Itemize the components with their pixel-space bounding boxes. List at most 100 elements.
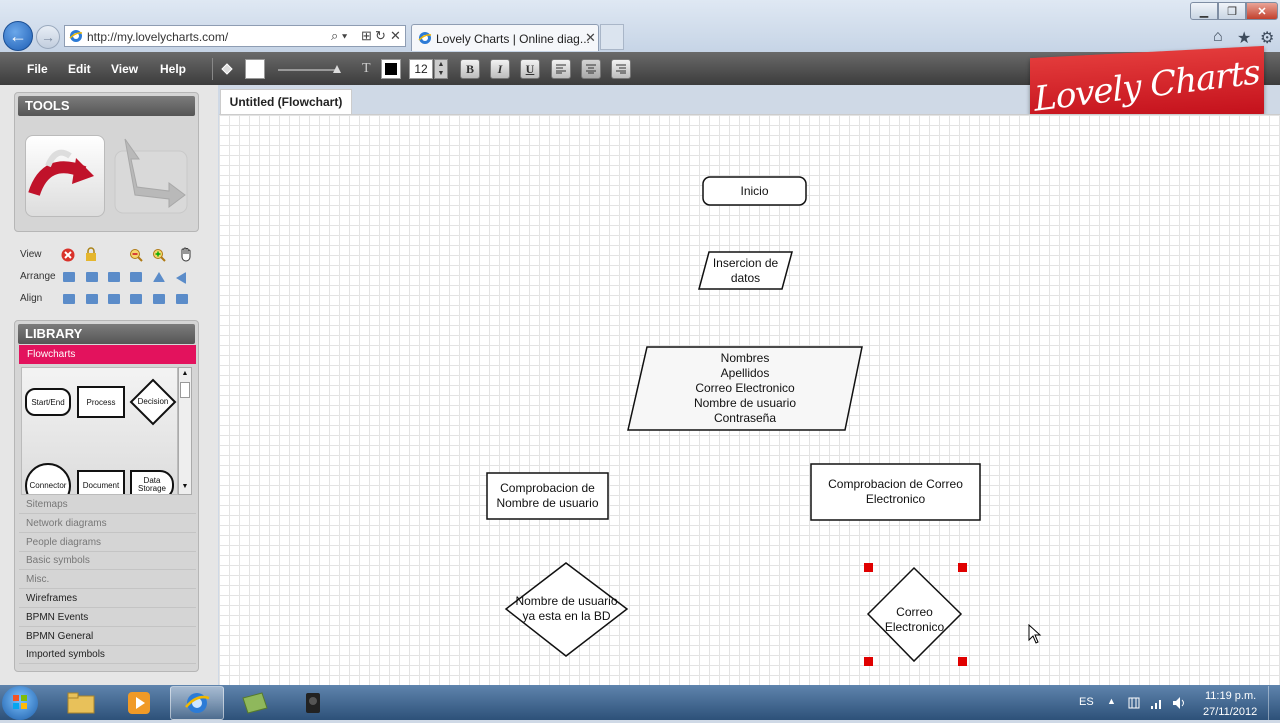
taskbar-app-green[interactable] xyxy=(228,686,282,720)
resize-handle-ne[interactable] xyxy=(958,563,967,572)
bring-to-front-icon[interactable] xyxy=(108,272,120,282)
text-tool-icon[interactable]: T xyxy=(362,61,371,77)
volume-icon[interactable] xyxy=(1172,696,1186,710)
lock-icon[interactable] xyxy=(84,247,98,262)
tab-close-icon[interactable]: ✕ xyxy=(585,30,596,46)
menu-view[interactable]: View xyxy=(111,62,138,76)
shape-connector[interactable]: Connector xyxy=(24,462,72,494)
scroll-thumb[interactable] xyxy=(180,382,190,398)
start-button[interactable] xyxy=(2,686,38,720)
scroll-down-icon[interactable]: ▼ xyxy=(180,482,190,492)
clock-time[interactable]: 11:19 p.m. xyxy=(1205,690,1256,702)
document-tab[interactable]: Untitled (Flowchart) xyxy=(220,89,352,115)
italic-button[interactable]: I xyxy=(490,59,510,79)
node-comp-correo[interactable]: Comprobacion de Correo Electronico xyxy=(811,464,980,520)
node-comp-usuario[interactable]: Comprobacion de Nombre de usuario xyxy=(487,473,608,519)
flip-vertical-icon[interactable] xyxy=(153,272,165,282)
taskbar-explorer[interactable] xyxy=(54,686,108,720)
resize-handle-nw[interactable] xyxy=(864,563,873,572)
bring-forward-icon[interactable] xyxy=(63,272,75,282)
library-category-item[interactable]: People diagrams xyxy=(19,534,196,552)
compat-view-icon[interactable]: ⊞ xyxy=(361,28,372,44)
palette-scrollbar[interactable]: ▲ ▼ xyxy=(178,367,192,495)
refresh-icon[interactable]: ↻ xyxy=(375,28,386,44)
zoom-out-icon[interactable] xyxy=(129,248,143,262)
shape-document[interactable]: Document xyxy=(77,470,125,494)
send-to-back-icon[interactable] xyxy=(130,272,142,282)
menu-edit[interactable]: Edit xyxy=(68,62,91,76)
library-category-item[interactable]: BPMN General xyxy=(19,628,196,646)
url-text[interactable]: http://my.lovelycharts.com/ xyxy=(87,30,228,44)
library-category-item[interactable]: Network diagrams xyxy=(19,515,196,533)
align-right-edges-icon[interactable] xyxy=(108,294,120,304)
language-indicator[interactable]: ES xyxy=(1079,696,1094,708)
pan-hand-icon[interactable] xyxy=(178,246,194,262)
library-category-item[interactable]: Basic symbols xyxy=(19,552,196,571)
stop-icon[interactable]: ✕ xyxy=(390,28,401,44)
browser-tab[interactable]: Lovely Charts | Online diag... ✕ xyxy=(411,24,599,51)
fill-bucket-icon[interactable] xyxy=(220,62,234,76)
align-left-edges-icon[interactable] xyxy=(63,294,75,304)
node-dec-usuario[interactable]: Nombre de usuario ya esta en la BD xyxy=(506,590,627,628)
network-icon[interactable] xyxy=(1150,696,1164,710)
node-dec-correo[interactable]: Correo Electronico xyxy=(868,603,961,637)
favorites-icon[interactable]: ★ xyxy=(1237,28,1251,48)
show-desktop-button[interactable] xyxy=(1268,686,1280,720)
library-category-item[interactable]: Misc. xyxy=(19,571,196,590)
library-category-item[interactable]: Sitemaps xyxy=(19,496,196,514)
taskbar-internet-explorer[interactable] xyxy=(170,686,224,720)
library-category-item[interactable]: Imported symbols xyxy=(19,646,196,665)
align-center-button[interactable] xyxy=(581,59,601,79)
menu-file[interactable]: File xyxy=(27,62,48,76)
shape-data-storage[interactable]: Data Storage xyxy=(130,470,174,494)
address-bar[interactable]: http://my.lovelycharts.com/ ⌕ ▾ ⊞ ↻ ✕ xyxy=(64,25,406,47)
send-backward-icon[interactable] xyxy=(86,272,98,282)
font-size-input[interactable]: 12 xyxy=(409,59,433,79)
menu-help[interactable]: Help xyxy=(160,62,186,76)
slider-handle-icon[interactable] xyxy=(332,64,342,74)
forward-button[interactable]: → xyxy=(36,25,60,49)
align-bottom-edges-icon[interactable] xyxy=(176,294,188,304)
stroke-width-slider[interactable] xyxy=(278,69,338,71)
underline-button[interactable]: U xyxy=(520,59,540,79)
font-color-swatch[interactable] xyxy=(381,59,401,79)
taskbar-camera-app[interactable] xyxy=(286,686,340,720)
node-datos[interactable]: Nombres Apellidos Correo Electronico Nom… xyxy=(628,347,862,430)
home-icon[interactable]: ⌂ xyxy=(1213,28,1223,46)
show-hidden-icons[interactable]: ▲ xyxy=(1107,696,1116,706)
align-centers-icon[interactable] xyxy=(86,294,98,304)
align-middles-icon[interactable] xyxy=(153,294,165,304)
clock-date[interactable]: 27/11/2012 xyxy=(1203,706,1257,718)
flip-horizontal-icon[interactable] xyxy=(176,272,186,284)
scroll-up-icon[interactable]: ▲ xyxy=(180,369,190,379)
align-left-button[interactable] xyxy=(551,59,571,79)
minimize-button[interactable]: ▁ xyxy=(1190,2,1218,20)
bold-button[interactable]: B xyxy=(460,59,480,79)
zoom-in-icon[interactable] xyxy=(152,248,166,262)
back-button[interactable]: ← xyxy=(3,21,33,51)
shape-decision[interactable]: Decision xyxy=(129,378,177,426)
node-inicio[interactable]: Inicio xyxy=(703,177,806,205)
action-center-icon[interactable] xyxy=(1127,696,1141,710)
shape-process[interactable]: Process xyxy=(77,386,125,418)
node-dec-correo-line1: Correo xyxy=(896,605,933,619)
draw-connector-tool[interactable] xyxy=(25,135,105,217)
taskbar-media-player[interactable] xyxy=(112,686,166,720)
align-right-button[interactable] xyxy=(611,59,631,79)
resize-handle-se[interactable] xyxy=(958,657,967,666)
delete-icon[interactable] xyxy=(61,248,75,262)
new-tab-button[interactable] xyxy=(600,24,624,50)
library-category-item[interactable]: Wireframes xyxy=(19,590,196,608)
maximize-button[interactable]: ❐ xyxy=(1218,2,1246,20)
library-category-item[interactable]: BPMN Events xyxy=(19,609,196,627)
align-top-edges-icon[interactable] xyxy=(130,294,142,304)
select-move-tool[interactable] xyxy=(111,137,189,215)
search-icon[interactable]: ⌕ ▾ xyxy=(331,28,347,44)
library-category-flowcharts[interactable]: Flowcharts xyxy=(19,345,196,364)
window-close-button[interactable]: ✕ xyxy=(1246,2,1278,20)
node-insercion[interactable]: Insercion de datos xyxy=(699,252,792,289)
fill-color-swatch[interactable] xyxy=(245,59,265,79)
resize-handle-sw[interactable] xyxy=(864,657,873,666)
shape-start-end[interactable]: Start/End xyxy=(25,388,71,416)
font-size-stepper[interactable]: ▲ ▼ xyxy=(434,59,448,79)
